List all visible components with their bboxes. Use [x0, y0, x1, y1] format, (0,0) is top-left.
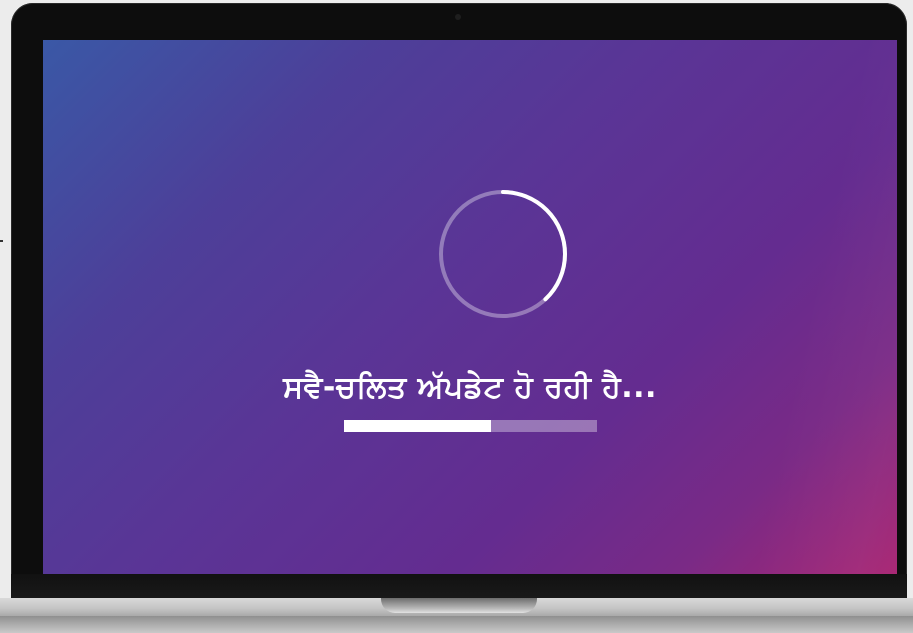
laptop-lid: ਸਵੈ-ਚਲਿਤ ਅੱਪਡੇਟ ਹੋ ਰਹੀ ਹੈ...	[11, 3, 907, 603]
update-status-text: ਸਵੈ-ਚਲਿਤ ਅੱਪਡੇਟ ਹੋ ਰਹੀ ਹੈ...	[283, 370, 657, 405]
laptop-base-lower	[0, 616, 913, 633]
screen-glare	[750, 40, 897, 574]
laptop-screen: ਸਵੈ-ਚਲਿਤ ਅੱਪਡੇਟ ਹੋ ਰਹੀ ਹੈ...	[43, 40, 897, 574]
edge-mark	[0, 240, 3, 242]
loading-spinner-icon	[439, 190, 567, 318]
update-progress-fill	[344, 420, 491, 432]
lid-opening-notch	[381, 598, 537, 613]
update-progress-bar	[344, 420, 597, 432]
webcam	[455, 14, 461, 20]
laptop-scene: ਸਵੈ-ਚਲਿਤ ਅੱਪਡੇਟ ਹੋ ਰਹੀ ਹੈ...	[0, 0, 913, 633]
